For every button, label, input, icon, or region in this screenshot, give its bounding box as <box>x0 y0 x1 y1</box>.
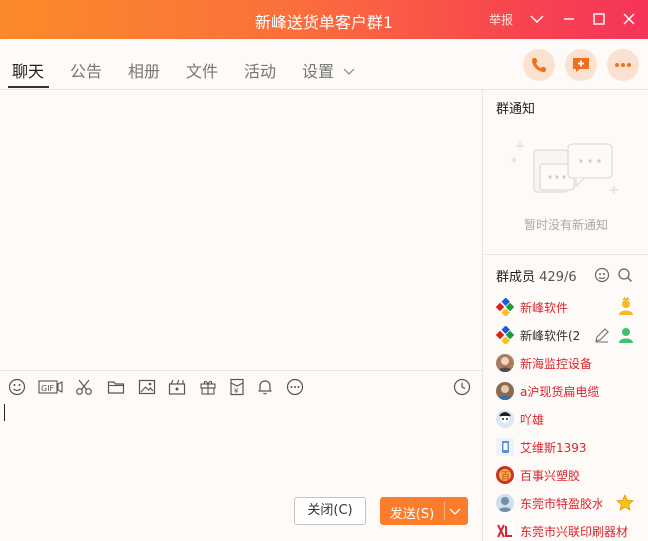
gif-icon[interactable]: GIF <box>38 378 64 396</box>
member-item[interactable]: a沪现货扁电缆 <box>484 378 648 406</box>
video-icon[interactable] <box>168 378 186 396</box>
title-bar: 新峰送货单客户群1 举报 <box>0 0 648 39</box>
red-packet-icon[interactable]: ¥ <box>228 378 246 396</box>
tab-activity[interactable]: 活动 <box>244 58 276 82</box>
star-icon <box>615 493 635 513</box>
folder-icon[interactable] <box>107 378 125 396</box>
member-item[interactable]: 东莞市兴联印刷器材 <box>484 518 648 541</box>
member-item[interactable]: 艾维斯1393 <box>484 434 648 462</box>
members-title: 群成员 429/6 <box>496 266 577 285</box>
member-item[interactable]: 吖雄 <box>484 406 648 434</box>
avatar <box>496 438 514 456</box>
send-button-divider <box>444 502 445 520</box>
notice-title: 群通知 <box>496 102 536 117</box>
tab-chat[interactable]: 聊天 <box>12 58 44 82</box>
member-name: 吖雄 <box>520 413 545 427</box>
member-name: a沪现货扁电缆 <box>520 385 600 399</box>
search-icon[interactable] <box>617 267 633 283</box>
input-toolbar: GIF ¥ <box>0 370 483 402</box>
member-item[interactable]: 新海监控设备 <box>484 350 648 378</box>
voice-call-button[interactable] <box>523 49 555 81</box>
member-item[interactable]: 百 百事兴塑胶 <box>484 462 648 490</box>
member-name: 新峰软件(2 <box>520 329 581 343</box>
image-icon[interactable] <box>138 378 156 396</box>
active-tab-indicator <box>8 86 49 88</box>
svg-text:GIF: GIF <box>41 384 55 393</box>
bell-icon[interactable] <box>256 378 274 396</box>
scissors-icon[interactable] <box>75 378 93 396</box>
tab-album[interactable]: 相册 <box>128 58 160 82</box>
member-name: 东莞市兴联印刷器材 <box>520 525 629 539</box>
tab-settings[interactable]: 设置 <box>302 58 355 82</box>
admin-badge-icon <box>616 325 636 345</box>
more-circle-icon[interactable] <box>286 378 304 396</box>
more-options-button[interactable] <box>607 49 639 81</box>
member-name: 新峰软件 <box>520 301 569 315</box>
member-name: 新海监控设备 <box>520 357 593 371</box>
add-chat-icon <box>573 58 589 72</box>
member-item[interactable]: 新峰软件 <box>484 294 648 322</box>
edit-icon[interactable] <box>592 325 612 345</box>
chevron-down-icon <box>343 68 355 75</box>
avatar <box>496 354 514 372</box>
avatar <box>496 298 514 316</box>
members-count: 429/6 <box>539 270 577 285</box>
message-area[interactable] <box>0 90 483 368</box>
panel-divider <box>484 254 648 255</box>
notice-empty-text: 暂时没有新通知 <box>523 218 608 232</box>
send-button-label: 发送(S) <box>389 507 435 522</box>
chevron-down-icon[interactable] <box>449 506 461 521</box>
members-label: 群成员 <box>496 270 536 285</box>
member-item[interactable]: 东莞市特盈胶水 <box>484 490 648 518</box>
svg-text:百: 百 <box>501 471 510 482</box>
chevron-down-icon[interactable] <box>527 9 547 29</box>
tab-bar: 聊天 公告 相册 文件 活动 设置 <box>0 39 648 90</box>
phone-icon <box>532 58 546 72</box>
minimize-icon[interactable] <box>559 9 579 29</box>
add-group-chat-button[interactable] <box>565 49 597 81</box>
member-name: 百事兴塑胶 <box>520 469 581 483</box>
member-name: 东莞市特盈胶水 <box>520 497 602 511</box>
close-icon[interactable] <box>619 9 639 29</box>
message-input[interactable] <box>0 402 483 492</box>
window-title: 新峰送货单客户群1 <box>254 13 394 32</box>
avatar <box>496 494 514 512</box>
owner-badge-icon <box>616 297 636 317</box>
maximize-icon[interactable] <box>589 9 609 29</box>
right-panel: 群通知 暂时没有新通知 群成员 429/6 新峰软件 新峰软件(2 新海监控设备… <box>484 90 648 541</box>
svg-text:¥: ¥ <box>234 387 239 395</box>
tab-files[interactable]: 文件 <box>186 58 218 82</box>
avatar: 百 <box>496 466 514 484</box>
close-button[interactable]: 关闭(C) <box>294 497 366 525</box>
avatar <box>496 382 514 400</box>
tab-announcement[interactable]: 公告 <box>70 58 102 82</box>
member-name: 艾维斯1393 <box>520 441 587 455</box>
avatar <box>496 410 514 428</box>
history-icon[interactable] <box>453 378 471 396</box>
gift-icon[interactable] <box>199 378 217 396</box>
emoji-icon[interactable] <box>8 378 26 396</box>
member-item[interactable]: 新峰软件(2 <box>484 322 648 350</box>
group-members-manage-icon[interactable] <box>594 267 610 283</box>
avatar <box>496 522 514 540</box>
tab-settings-label: 设置 <box>302 62 335 81</box>
empty-notice-illustration <box>510 132 622 214</box>
more-icon <box>615 63 631 67</box>
report-link[interactable]: 举报 <box>489 11 513 28</box>
send-button[interactable]: 发送(S) <box>380 497 468 525</box>
avatar <box>496 326 514 344</box>
